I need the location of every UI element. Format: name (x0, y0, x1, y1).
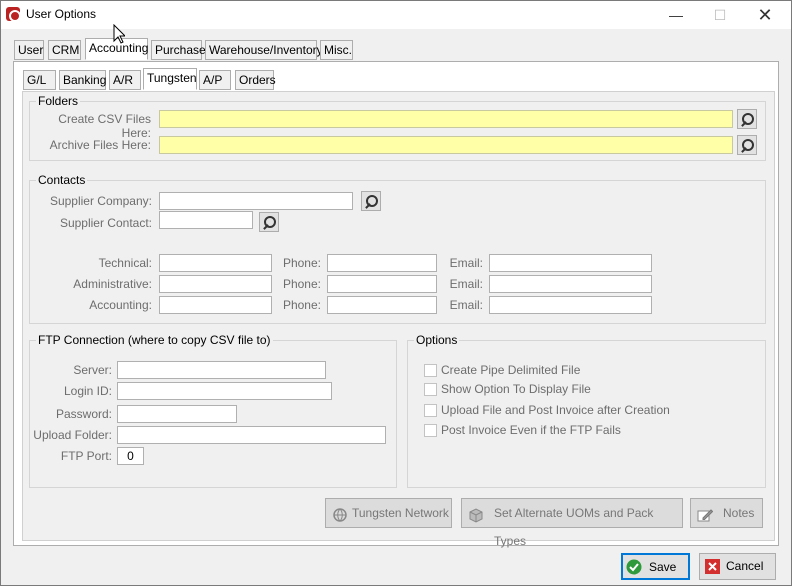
csv-folder-label: Create CSV Files Here: (58, 112, 151, 140)
checkmark-icon (626, 559, 642, 575)
pencil-icon (697, 505, 714, 522)
password-input[interactable] (117, 405, 237, 423)
tab-orders[interactable]: Orders (235, 70, 276, 90)
post-if-ftp-fails-label: Post Invoice Even if the FTP Fails (441, 423, 621, 437)
maximize-icon: ☐ (713, 7, 727, 23)
csv-folder-input[interactable] (159, 110, 733, 128)
pipe-delimited-label: Create Pipe Delimited File (441, 363, 581, 377)
app-icon (6, 7, 21, 22)
supplier-contact-label: Supplier Contact: (59, 216, 152, 230)
upload-folder-input[interactable] (117, 426, 386, 444)
server-label: Server: (73, 363, 112, 377)
post-if-ftp-fails-checkbox[interactable] (424, 424, 437, 437)
tab-misc[interactable]: Misc. (320, 40, 353, 60)
tab-tungsten[interactable]: Tungsten (143, 68, 197, 90)
display-file-label: Show Option To Display File (441, 382, 591, 396)
tab-warehouse-inventory[interactable]: Warehouse/Inventory (205, 40, 323, 60)
user-options-window: User Options — ☐ ✕ User CRM Accounting P… (0, 0, 792, 586)
administrative-email-input[interactable] (489, 275, 652, 293)
window-title: User Options (26, 7, 97, 21)
login-id-input[interactable] (117, 382, 332, 400)
close-icon[interactable]: ✕ (742, 1, 788, 29)
mouse-cursor-icon (113, 23, 127, 47)
administrative-label: Administrative: (73, 277, 152, 291)
supplier-company-input[interactable] (159, 192, 353, 210)
cancel-button[interactable]: Cancel (699, 553, 776, 580)
tab-gl[interactable]: G/L (23, 70, 56, 90)
tab-user[interactable]: User (14, 40, 44, 60)
accounting-phone-label: Phone: (282, 298, 321, 312)
minimize-icon[interactable]: — (653, 1, 699, 29)
upload-folder-label: Upload Folder: (33, 428, 112, 442)
globe-icon (332, 505, 348, 522)
accounting-label: Accounting: (89, 298, 152, 312)
administrative-phone-label: Phone: (282, 277, 321, 291)
administrative-input[interactable] (159, 275, 272, 293)
tab-crm[interactable]: CRM (48, 40, 81, 60)
upload-post-checkbox[interactable] (424, 404, 437, 417)
supplier-contact-search-icon[interactable] (259, 212, 279, 232)
archive-folder-input[interactable] (159, 136, 733, 154)
sub-tab-strip: G/L Banking A/R Tungsten A/P Orders (23, 68, 283, 92)
display-file-checkbox[interactable] (424, 383, 437, 396)
technical-label: Technical: (98, 256, 152, 270)
supplier-contact-input[interactable] (159, 211, 253, 229)
tungsten-network-button[interactable]: Tungsten Network (325, 498, 452, 528)
notes-button[interactable]: Notes (690, 498, 763, 528)
save-button[interactable]: Save (621, 553, 690, 580)
ftp-port-input[interactable]: 0 (117, 447, 144, 465)
options-legend: Options (414, 333, 460, 347)
upload-post-label: Upload File and Post Invoice after Creat… (441, 403, 670, 417)
administrative-email-label: Email: (449, 277, 483, 291)
accounting-email-label: Email: (449, 298, 483, 312)
cancel-x-icon (705, 559, 721, 575)
tab-purchase[interactable]: Purchase (151, 40, 206, 60)
contacts-legend: Contacts (36, 173, 88, 187)
pipe-delimited-checkbox[interactable] (424, 364, 437, 377)
tab-ap[interactable]: A/P (199, 70, 231, 90)
password-label: Password: (55, 407, 112, 421)
accounting-email-input[interactable] (489, 296, 652, 314)
folders-legend: Folders (36, 94, 81, 108)
tab-banking[interactable]: Banking (59, 70, 106, 90)
accounting-phone-input[interactable] (327, 296, 437, 314)
server-input[interactable] (117, 361, 326, 379)
tab-ar[interactable]: A/R (109, 70, 141, 90)
package-icon (468, 505, 484, 523)
ftp-legend: FTP Connection (where to copy CSV file t… (36, 333, 273, 347)
accounting-input[interactable] (159, 296, 272, 314)
technical-phone-label: Phone: (282, 256, 321, 270)
archive-folder-search-icon[interactable] (737, 135, 757, 155)
alternate-uoms-button[interactable]: Set Alternate UOMs and Pack Types (461, 498, 683, 548)
top-tab-strip: User CRM Accounting Purchase Warehouse/I… (14, 38, 414, 62)
csv-folder-search-icon[interactable] (737, 109, 757, 129)
administrative-phone-input[interactable] (327, 275, 437, 293)
technical-phone-input[interactable] (327, 254, 437, 272)
archive-folder-label: Archive Files Here: (49, 138, 151, 152)
supplier-company-search-icon[interactable] (361, 191, 381, 211)
supplier-company-label: Supplier Company: (49, 194, 152, 208)
technical-email-input[interactable] (489, 254, 652, 272)
technical-input[interactable] (159, 254, 272, 272)
ftp-port-label: FTP Port: (60, 449, 112, 463)
technical-email-label: Email: (449, 256, 483, 270)
login-id-label: Login ID: (63, 384, 112, 398)
